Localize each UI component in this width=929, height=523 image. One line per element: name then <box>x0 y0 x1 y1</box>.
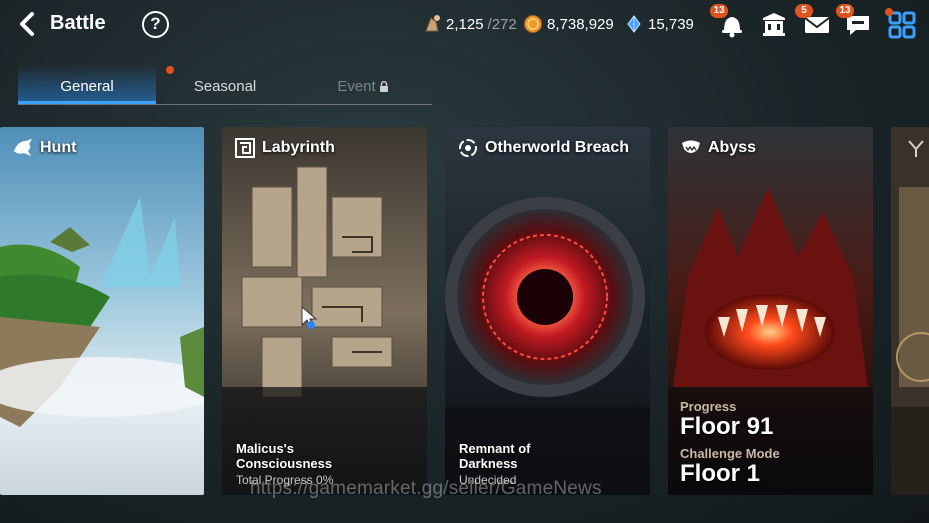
tab-seasonal-label: Seasonal <box>193 78 257 95</box>
crystal-value: 15,739 <box>648 15 694 33</box>
watermark-text: https://gamemarket.gg/seller/GameNews <box>250 478 602 499</box>
abyss-header: Abyss <box>680 137 756 159</box>
crystal-icon <box>627 15 641 33</box>
hunt-header: Hunt <box>12 137 76 159</box>
labyrinth-header: Labyrinth <box>234 137 335 159</box>
hunt-artwork <box>0 127 204 495</box>
labyrinth-title: Labyrinth <box>262 139 335 156</box>
abyss-title: Abyss <box>708 139 757 156</box>
otherworld-header: Otherworld Breach <box>457 137 629 159</box>
tab-event[interactable]: Event <box>294 64 432 104</box>
otherworld-artwork <box>445 127 650 495</box>
gold-coin-icon <box>524 15 542 33</box>
otherworld-breach-card[interactable]: Otherworld Breach Remnant of Darkness Un… <box>445 127 650 495</box>
labyrinth-subtitle: Malicus's Consciousness <box>236 441 333 471</box>
guild-button[interactable] <box>758 8 790 40</box>
hunt-card[interactable]: Hunt <box>0 127 204 495</box>
battle-tabs: General Seasonal Event <box>18 64 432 106</box>
top-bar: Battle ? 2,125/272 8,738,929 15,739 13 5… <box>0 0 929 50</box>
tab-seasonal[interactable]: Seasonal <box>156 64 294 104</box>
abyss-progress-floor: Floor 91 <box>680 413 774 440</box>
portal-swirl-icon <box>459 139 477 157</box>
next-mode-icon <box>908 140 924 157</box>
labyrinth-card[interactable]: Labyrinth Malicus's Consciousness Total … <box>222 127 427 495</box>
dragon-icon <box>14 139 32 156</box>
gold-display[interactable]: 8,738,929 <box>523 14 614 34</box>
tab-event-label: Event <box>337 78 376 95</box>
back-arrow-icon[interactable] <box>14 10 42 38</box>
notifications-badge: 13 <box>710 4 728 18</box>
stamina-display[interactable]: 2,125/272 <box>422 14 517 34</box>
abyss-card[interactable]: Abyss Progress Floor 91 Challenge Mode F… <box>668 127 873 495</box>
notifications-button[interactable]: 13 <box>710 4 748 40</box>
hunt-title: Hunt <box>40 139 77 156</box>
abyss-maw-icon <box>682 140 700 153</box>
stamina-max: /272 <box>487 15 517 33</box>
lock-icon <box>379 81 388 92</box>
tabs-divider <box>18 104 432 105</box>
seasonal-new-dot <box>166 66 174 74</box>
menu-dot <box>885 8 893 16</box>
crystal-display[interactable]: 15,739 <box>624 14 694 34</box>
maze-icon <box>235 138 255 158</box>
abyss-footer: Progress Floor 91 Challenge Mode Floor 1 <box>680 399 780 487</box>
abyss-progress-label: Progress <box>680 399 737 414</box>
next-mode-card[interactable] <box>891 127 929 495</box>
gold-value: 8,738,929 <box>547 15 614 33</box>
chat-button[interactable]: 13 <box>836 4 874 40</box>
chat-badge: 13 <box>836 4 854 18</box>
help-button[interactable]: ? <box>142 11 169 38</box>
tab-general[interactable]: General <box>18 64 156 104</box>
stamina-icon <box>425 15 440 32</box>
mail-badge: 5 <box>795 4 813 18</box>
menu-button[interactable] <box>885 8 918 40</box>
stamina-value: 2,125 <box>446 15 484 33</box>
next-mode-artwork <box>891 127 929 495</box>
mail-button[interactable]: 5 <box>795 4 833 40</box>
mouse-cursor-icon <box>301 305 318 330</box>
page-title: Battle <box>50 12 106 34</box>
labyrinth-artwork <box>222 127 427 495</box>
abyss-challenge-label: Challenge Mode <box>680 446 780 461</box>
abyss-challenge-floor: Floor 1 <box>680 460 761 487</box>
guild-castle-icon <box>763 13 785 36</box>
otherworld-title: Otherworld Breach <box>485 139 630 156</box>
otherworld-subtitle: Remnant of Darkness <box>459 441 531 471</box>
